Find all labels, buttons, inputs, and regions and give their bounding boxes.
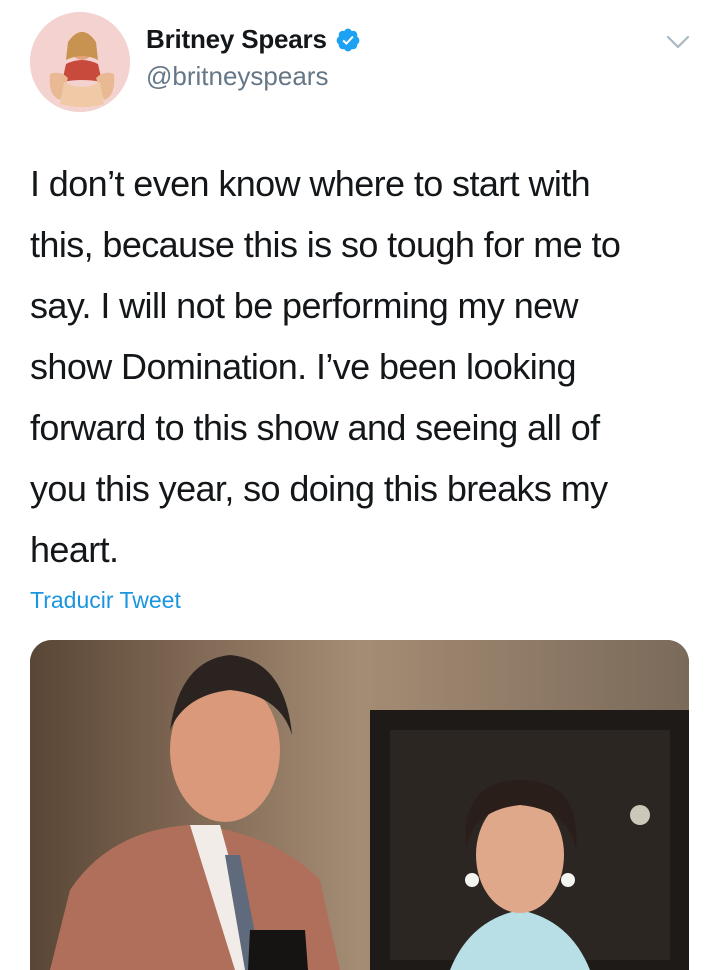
avatar[interactable] bbox=[30, 12, 130, 112]
author-name[interactable]: Britney Spears bbox=[146, 24, 327, 55]
tweet-photo[interactable] bbox=[30, 640, 689, 970]
author-row[interactable]: Britney Spears bbox=[146, 24, 361, 55]
author-handle[interactable]: @britneyspears bbox=[146, 61, 328, 92]
tweet-header: Britney Spears @britneyspears bbox=[0, 0, 706, 112]
tweet-text: I don’t even know where to start with th… bbox=[30, 163, 621, 570]
verified-badge-icon bbox=[336, 28, 360, 51]
translate-tweet-link[interactable]: Traducir Tweet bbox=[30, 587, 181, 614]
chevron-down-icon[interactable] bbox=[664, 30, 692, 54]
